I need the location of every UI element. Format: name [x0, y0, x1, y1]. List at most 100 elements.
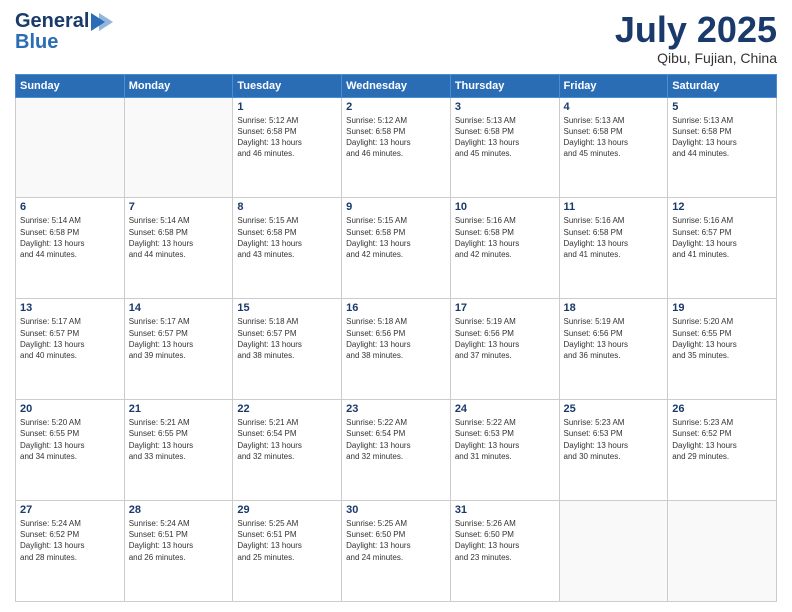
- day-info: Sunrise: 5:17 AM Sunset: 6:57 PM Dayligh…: [129, 316, 229, 361]
- logo-arrow-icon: [91, 13, 115, 31]
- day-info: Sunrise: 5:26 AM Sunset: 6:50 PM Dayligh…: [455, 518, 555, 563]
- day-info: Sunrise: 5:21 AM Sunset: 6:54 PM Dayligh…: [237, 417, 337, 462]
- day-number: 18: [564, 302, 664, 314]
- calendar-cell: 17Sunrise: 5:19 AM Sunset: 6:56 PM Dayli…: [450, 299, 559, 400]
- day-info: Sunrise: 5:16 AM Sunset: 6:57 PM Dayligh…: [672, 215, 772, 260]
- day-number: 4: [564, 101, 664, 113]
- day-number: 14: [129, 302, 229, 314]
- day-info: Sunrise: 5:19 AM Sunset: 6:56 PM Dayligh…: [564, 316, 664, 361]
- calendar-cell: 23 Sunrise: 5:22 AM Sunset: 6:54 PM Dayli…: [342, 400, 451, 501]
- day-number: 29: [237, 504, 337, 516]
- calendar-table: Sunday Monday Tuesday Wednesday Thursday…: [15, 74, 777, 602]
- calendar-cell: 10 Sunrise: 5:16 AM Sunset: 6:58 PM Dayli…: [450, 198, 559, 299]
- day-number: 13: [20, 302, 120, 314]
- calendar-cell: 21 Sunrise: 5:21 AM Sunset: 6:55 PM Dayli…: [124, 400, 233, 501]
- logo: General Blue: [15, 10, 117, 54]
- calendar-cell: 7 Sunrise: 5:14 AM Sunset: 6:58 PM Daylig…: [124, 198, 233, 299]
- location: Qibu, Fujian, China: [615, 50, 777, 66]
- day-info: Sunrise: 5:13 AM Sunset: 6:58 PM Dayligh…: [672, 115, 772, 160]
- calendar-cell: 3 Sunrise: 5:13 AM Sunset: 6:58 PM Daylig…: [450, 97, 559, 198]
- day-number: 16: [346, 302, 446, 314]
- calendar-cell: 26Sunrise: 5:23 AM Sunset: 6:52 PM Dayli…: [668, 400, 777, 501]
- week-row-3: 13 Sunrise: 5:17 AM Sunset: 6:57 PM Dayli…: [16, 299, 777, 400]
- calendar-cell: 1 Sunrise: 5:12 AM Sunset: 6:58 PM Daylig…: [233, 97, 342, 198]
- calendar-cell: [16, 97, 125, 198]
- day-info: Sunrise: 5:19 AM Sunset: 6:56 PM Dayligh…: [455, 316, 555, 361]
- day-number: 8: [237, 201, 337, 213]
- day-number: 1: [237, 101, 337, 113]
- col-thursday: Thursday: [450, 74, 559, 97]
- day-number: 2: [346, 101, 446, 113]
- day-number: 22: [237, 403, 337, 415]
- day-info: Sunrise: 5:13 AM Sunset: 6:58 PM Dayligh…: [455, 115, 555, 160]
- title-block: July 2025 Qibu, Fujian, China: [615, 10, 777, 66]
- header: General Blue July 2025 Qibu, Fujian, Chi…: [15, 10, 777, 66]
- week-row-4: 20Sunrise: 5:20 AM Sunset: 6:55 PM Dayli…: [16, 400, 777, 501]
- day-number: 27: [20, 504, 120, 516]
- day-info: Sunrise: 5:23 AM Sunset: 6:53 PM Dayligh…: [564, 417, 664, 462]
- day-info: Sunrise: 5:12 AM Sunset: 6:58 PM Dayligh…: [346, 115, 446, 160]
- day-info: Sunrise: 5:24 AM Sunset: 6:52 PM Dayligh…: [20, 518, 120, 563]
- calendar-cell: 20Sunrise: 5:20 AM Sunset: 6:55 PM Dayli…: [16, 400, 125, 501]
- calendar-cell: 15Sunrise: 5:18 AM Sunset: 6:57 PM Dayli…: [233, 299, 342, 400]
- week-row-1: 1 Sunrise: 5:12 AM Sunset: 6:58 PM Daylig…: [16, 97, 777, 198]
- day-number: 26: [672, 403, 772, 415]
- day-number: 24: [455, 403, 555, 415]
- page: General Blue July 2025 Qibu, Fujian, Chi…: [0, 0, 792, 612]
- day-number: 9: [346, 201, 446, 213]
- day-info: Sunrise: 5:18 AM Sunset: 6:56 PM Dayligh…: [346, 316, 446, 361]
- day-number: 11: [564, 201, 664, 213]
- calendar-cell: 31 Sunrise: 5:26 AM Sunset: 6:50 PM Dayli…: [450, 501, 559, 602]
- col-wednesday: Wednesday: [342, 74, 451, 97]
- day-info: Sunrise: 5:18 AM Sunset: 6:57 PM Dayligh…: [237, 316, 337, 361]
- day-info: Sunrise: 5:21 AM Sunset: 6:55 PM Dayligh…: [129, 417, 229, 462]
- day-info: Sunrise: 5:22 AM Sunset: 6:54 PM Dayligh…: [346, 417, 446, 462]
- calendar-cell: 6 Sunrise: 5:14 AM Sunset: 6:58 PM Daylig…: [16, 198, 125, 299]
- day-number: 12: [672, 201, 772, 213]
- calendar-cell: 11Sunrise: 5:16 AM Sunset: 6:58 PM Dayli…: [559, 198, 668, 299]
- calendar-cell: 22 Sunrise: 5:21 AM Sunset: 6:54 PM Dayli…: [233, 400, 342, 501]
- day-number: 6: [20, 201, 120, 213]
- col-friday: Friday: [559, 74, 668, 97]
- calendar-cell: 12 Sunrise: 5:16 AM Sunset: 6:57 PM Dayli…: [668, 198, 777, 299]
- day-number: 31: [455, 504, 555, 516]
- day-info: Sunrise: 5:24 AM Sunset: 6:51 PM Dayligh…: [129, 518, 229, 563]
- calendar-cell: 16 Sunrise: 5:18 AM Sunset: 6:56 PM Dayli…: [342, 299, 451, 400]
- calendar-cell: 24Sunrise: 5:22 AM Sunset: 6:53 PM Dayli…: [450, 400, 559, 501]
- day-info: Sunrise: 5:13 AM Sunset: 6:58 PM Dayligh…: [564, 115, 664, 160]
- day-number: 23: [346, 403, 446, 415]
- day-info: Sunrise: 5:17 AM Sunset: 6:57 PM Dayligh…: [20, 316, 120, 361]
- day-number: 3: [455, 101, 555, 113]
- day-info: Sunrise: 5:16 AM Sunset: 6:58 PM Dayligh…: [455, 215, 555, 260]
- day-info: Sunrise: 5:12 AM Sunset: 6:58 PM Dayligh…: [237, 115, 337, 160]
- calendar-cell: 28Sunrise: 5:24 AM Sunset: 6:51 PM Dayli…: [124, 501, 233, 602]
- day-info: Sunrise: 5:20 AM Sunset: 6:55 PM Dayligh…: [672, 316, 772, 361]
- month-title: July 2025: [615, 10, 777, 50]
- col-monday: Monday: [124, 74, 233, 97]
- calendar-cell: 19Sunrise: 5:20 AM Sunset: 6:55 PM Dayli…: [668, 299, 777, 400]
- calendar-cell: 27 Sunrise: 5:24 AM Sunset: 6:52 PM Dayli…: [16, 501, 125, 602]
- calendar-cell: 8Sunrise: 5:15 AM Sunset: 6:58 PM Daylig…: [233, 198, 342, 299]
- day-info: Sunrise: 5:14 AM Sunset: 6:58 PM Dayligh…: [129, 215, 229, 260]
- header-row: Sunday Monday Tuesday Wednesday Thursday…: [16, 74, 777, 97]
- calendar-cell: 18 Sunrise: 5:19 AM Sunset: 6:56 PM Dayli…: [559, 299, 668, 400]
- day-info: Sunrise: 5:15 AM Sunset: 6:58 PM Dayligh…: [346, 215, 446, 260]
- week-row-5: 27 Sunrise: 5:24 AM Sunset: 6:52 PM Dayli…: [16, 501, 777, 602]
- day-number: 5: [672, 101, 772, 113]
- calendar-cell: [668, 501, 777, 602]
- calendar-cell: 9 Sunrise: 5:15 AM Sunset: 6:58 PM Daylig…: [342, 198, 451, 299]
- day-number: 7: [129, 201, 229, 213]
- col-sunday: Sunday: [16, 74, 125, 97]
- day-number: 20: [20, 403, 120, 415]
- day-number: 10: [455, 201, 555, 213]
- col-saturday: Saturday: [668, 74, 777, 97]
- calendar-cell: 29 Sunrise: 5:25 AM Sunset: 6:51 PM Dayli…: [233, 501, 342, 602]
- day-info: Sunrise: 5:25 AM Sunset: 6:51 PM Dayligh…: [237, 518, 337, 563]
- day-number: 21: [129, 403, 229, 415]
- calendar-cell: 5 Sunrise: 5:13 AM Sunset: 6:58 PM Daylig…: [668, 97, 777, 198]
- calendar-cell: [124, 97, 233, 198]
- calendar-cell: 4 Sunrise: 5:13 AM Sunset: 6:58 PM Daylig…: [559, 97, 668, 198]
- week-row-2: 6 Sunrise: 5:14 AM Sunset: 6:58 PM Daylig…: [16, 198, 777, 299]
- calendar-cell: [559, 501, 668, 602]
- day-info: Sunrise: 5:14 AM Sunset: 6:58 PM Dayligh…: [20, 215, 120, 260]
